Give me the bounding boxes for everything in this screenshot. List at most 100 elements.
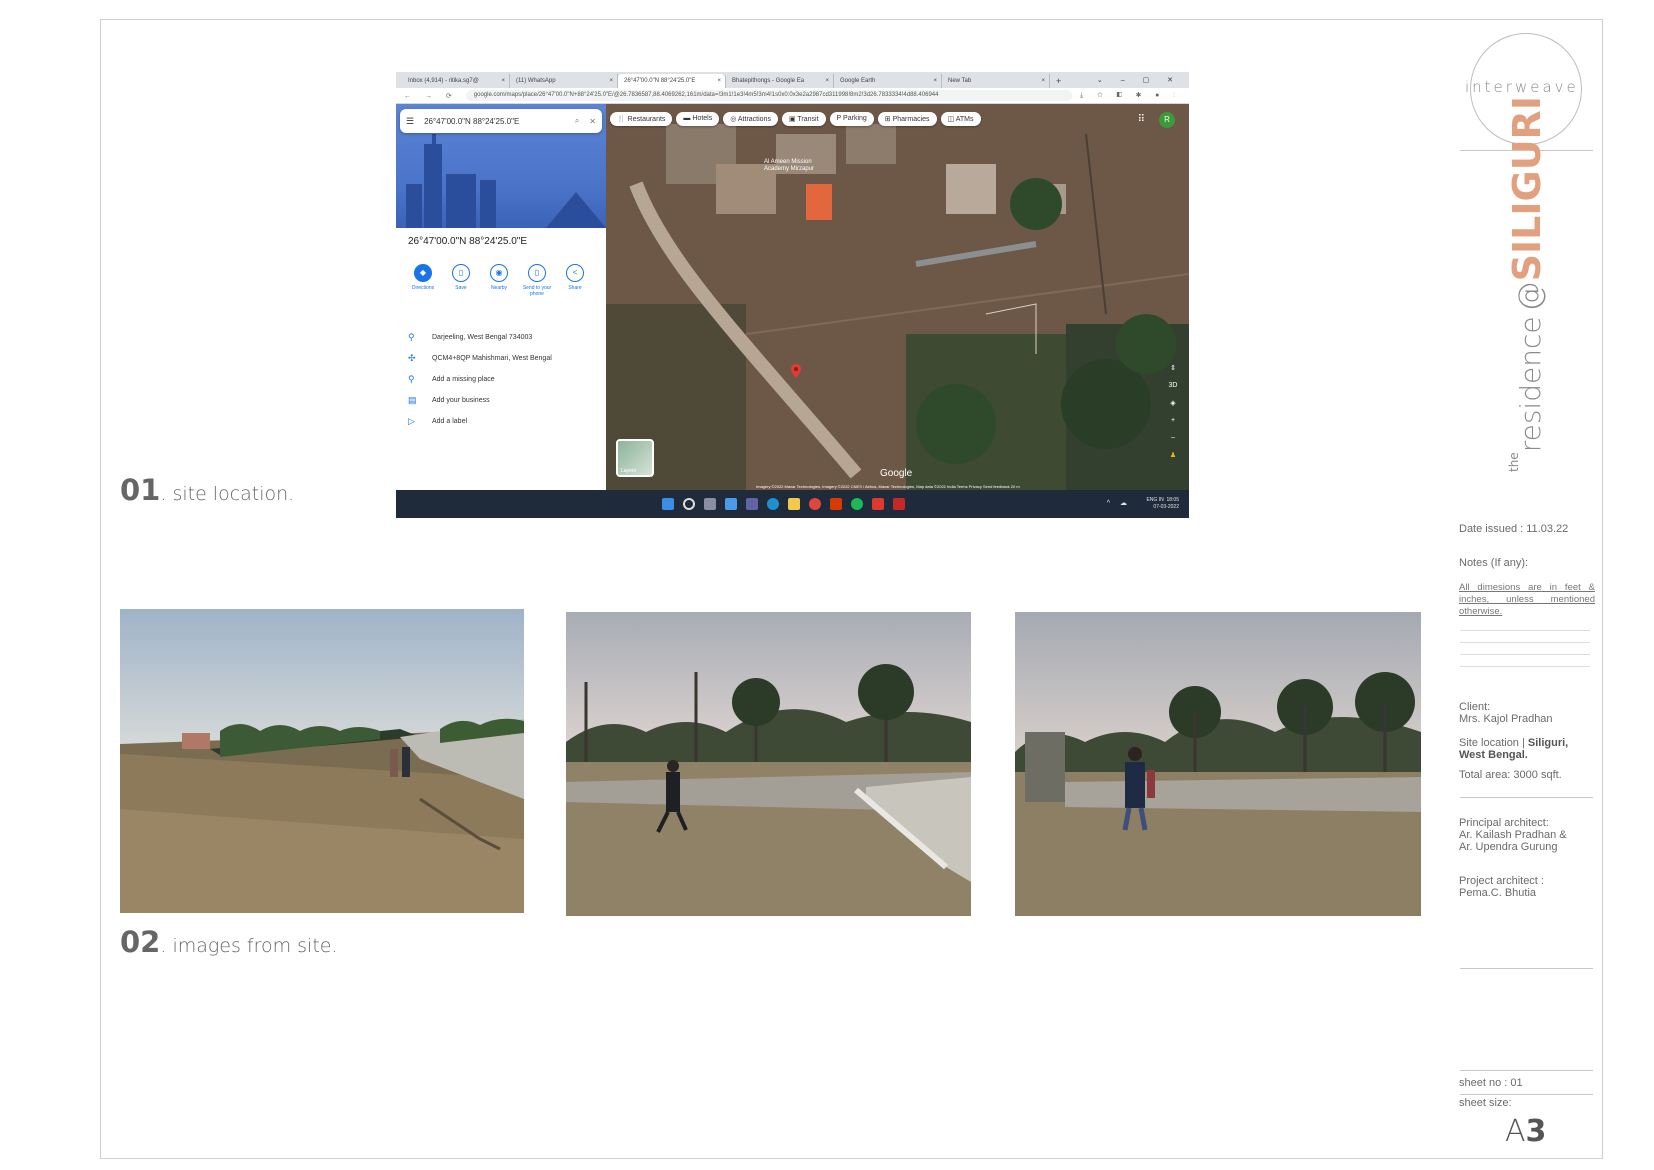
pdf-app-icon[interactable] xyxy=(893,498,905,510)
3d-toggle-icon[interactable]: 3D xyxy=(1167,382,1179,389)
directions-button[interactable]: ◆ Directions xyxy=(408,264,438,297)
nav-buttons-icon[interactable]: ← → ⟳ xyxy=(396,92,466,100)
plus-code-icon: ✣ xyxy=(408,353,416,363)
apps-grid-icon[interactable]: ⠿ xyxy=(1138,114,1145,125)
principal-architect-2: Ar. Upendra Gurung xyxy=(1459,841,1558,853)
note-line xyxy=(1460,654,1590,655)
office-icon[interactable] xyxy=(830,498,842,510)
teams-icon[interactable] xyxy=(746,498,758,510)
site-photo-1 xyxy=(120,609,524,913)
task-view-icon[interactable] xyxy=(704,498,716,510)
start-icon[interactable] xyxy=(662,498,674,510)
maps-search-box[interactable]: ☰ 26°47'00.0"N 88°24'25.0"E ⌕ ✕ xyxy=(400,109,602,133)
save-button[interactable]: ▯ Save xyxy=(446,264,476,297)
nearby-button[interactable]: ◉ Nearby xyxy=(484,264,514,297)
principal-architect-label: Principal architect: xyxy=(1459,817,1549,829)
caption-site-images: 02. images from site. xyxy=(120,925,338,959)
zoom-out-icon[interactable]: – xyxy=(1167,434,1179,441)
browser-tabbar: Inbox (4,914) - ritika.sg7@ × (11) WhatsA… xyxy=(396,72,1189,88)
info-add-business[interactable]: ▤ Add your business xyxy=(408,390,552,411)
chip-transit[interactable]: ▣ Transit xyxy=(781,112,826,126)
layers-button[interactable]: Layers xyxy=(616,439,654,477)
site-photo-2 xyxy=(566,612,971,916)
new-tab-icon[interactable]: + xyxy=(1050,74,1067,88)
title-rule-size xyxy=(1460,1094,1593,1095)
label-icon: ▷ xyxy=(408,416,415,426)
map-attribution: Imagery ©2022 Maxar Technologies, Imager… xyxy=(756,484,1020,489)
sheet-size-label: sheet size: xyxy=(1459,1097,1512,1109)
notes-text: All dimesions are in feet & inches, unle… xyxy=(1459,582,1595,617)
info-plus-code[interactable]: ✣ QCM4+8QP Mahishmari, West Bengal xyxy=(408,348,552,369)
bookmark-icon: ▯ xyxy=(452,264,470,282)
widgets-icon[interactable] xyxy=(725,498,737,510)
note-line xyxy=(1460,630,1590,631)
info-add-place[interactable]: ⚲ Add a missing place xyxy=(408,369,552,390)
satellite-map[interactable]: 🍴 Restaurants ▬ Hotels ◎ Attractions ▣ T… xyxy=(606,104,1189,490)
chrome-icon[interactable] xyxy=(809,498,821,510)
info-address[interactable]: ⚲ Darjeeling, West Bengal 734003 xyxy=(408,327,552,348)
note-line xyxy=(1460,642,1590,643)
firm-logo: interweave xyxy=(1465,78,1579,96)
map-place-label[interactable]: Al Ameen Mission Academy Mirzapur xyxy=(764,159,824,173)
browser-tab-whatsapp[interactable]: (11) WhatsApp × xyxy=(510,74,618,88)
phone-icon: ▯ xyxy=(528,264,546,282)
note-line xyxy=(1460,666,1590,667)
map-controls: ⇕ 3D ◈ + – ♟ xyxy=(1167,364,1179,459)
location-pin-icon: ⚲ xyxy=(408,332,415,342)
account-avatar[interactable]: R xyxy=(1159,112,1175,128)
notes-label: Notes (If any): xyxy=(1459,557,1529,569)
client-name: Mrs. Kajol Pradhan xyxy=(1459,713,1553,725)
browser-tab-gmail[interactable]: Inbox (4,914) - ritika.sg7@ × xyxy=(402,74,510,88)
principal-architect-1: Ar. Kailash Pradhan & xyxy=(1459,829,1567,841)
satellite-imagery xyxy=(606,104,1189,490)
menu-icon[interactable]: ☰ xyxy=(406,116,414,127)
edge-icon[interactable] xyxy=(767,498,779,510)
close-icon[interactable]: ✕ xyxy=(589,117,596,126)
pegman-icon[interactable]: ♟ xyxy=(1167,451,1179,459)
compass-icon[interactable]: ⇕ xyxy=(1167,364,1179,372)
google-logo: Google xyxy=(880,468,913,479)
browser-tab-earth-1[interactable]: Bhatepithongs - Google Ea × xyxy=(726,74,834,88)
extension-icons[interactable]: ⤓ ☆ ◧ ✱ ● ⋮ xyxy=(1072,92,1189,100)
browser-tab-new[interactable]: New Tab × xyxy=(942,74,1050,88)
taskbar-apps xyxy=(662,498,905,510)
share-icon: < xyxy=(566,264,584,282)
place-actions: ◆ Directions ▯ Save ◉ Nearby ▯ Send to your … xyxy=(408,264,590,297)
zoom-in-icon[interactable]: + xyxy=(1167,417,1179,424)
send-to-phone-button[interactable]: ▯ Send to your phone xyxy=(522,264,552,297)
browser-tab-earth-2[interactable]: Google Earth × xyxy=(834,74,942,88)
spotify-icon[interactable] xyxy=(851,498,863,510)
explorer-icon[interactable] xyxy=(788,498,800,510)
chip-parking[interactable]: P Parking xyxy=(829,112,874,126)
directions-icon: ◆ xyxy=(414,264,432,282)
system-tray-icons[interactable]: ^ ☁ xyxy=(1107,499,1131,507)
acrobat-icon[interactable] xyxy=(872,498,884,510)
date-issued: Date issued : 11.03.22 xyxy=(1459,523,1569,535)
total-area: Total area: 3000 sqft. xyxy=(1459,769,1562,781)
system-clock[interactable]: ENG IN 18:05 07-03-2022 xyxy=(1146,497,1179,511)
chip-pharmacies[interactable]: ⊞ Pharmacies xyxy=(877,112,937,126)
browser-tab-maps[interactable]: 26°47'00.0"N 88°24'25.0"E × xyxy=(618,74,726,88)
windows-taskbar: ^ ☁ ENG IN 18:05 07-03-2022 xyxy=(396,490,1189,518)
window-controls[interactable]: ⌄ – ▢ ✕ xyxy=(1097,74,1189,88)
map-pin-icon[interactable] xyxy=(791,364,801,378)
locate-icon[interactable]: ◈ xyxy=(1167,399,1179,407)
search-icon[interactable]: ⌕ xyxy=(575,116,579,126)
chip-attractions[interactable]: ◎ Attractions xyxy=(723,112,778,126)
category-chips: 🍴 Restaurants ▬ Hotels ◎ Attractions ▣ T… xyxy=(610,112,981,126)
title-rule-sheet xyxy=(1460,1070,1593,1071)
search-taskbar-icon[interactable] xyxy=(683,498,695,510)
info-add-label[interactable]: ▷ Add a label xyxy=(408,411,552,432)
chip-atms[interactable]: ◫ ATMs xyxy=(940,112,981,126)
client-label: Client: xyxy=(1459,701,1491,713)
place-title: 26°47'00.0"N 88°24'25.0"E xyxy=(408,236,528,247)
search-input[interactable]: 26°47'00.0"N 88°24'25.0"E xyxy=(424,117,565,126)
add-place-icon: ⚲ xyxy=(408,374,415,384)
place-info-list: ⚲ Darjeeling, West Bengal 734003 ✣ QCM4+8Q… xyxy=(408,327,552,432)
share-button[interactable]: < Share xyxy=(560,264,590,297)
store-icon: ▤ xyxy=(408,395,417,405)
title-rule-mid xyxy=(1460,797,1593,798)
chip-hotels[interactable]: ▬ Hotels xyxy=(676,112,720,126)
url-field[interactable]: google.com/maps/place/26°47'00.0"N+88°24… xyxy=(465,90,1072,101)
chip-restaurants[interactable]: 🍴 Restaurants xyxy=(610,112,673,126)
